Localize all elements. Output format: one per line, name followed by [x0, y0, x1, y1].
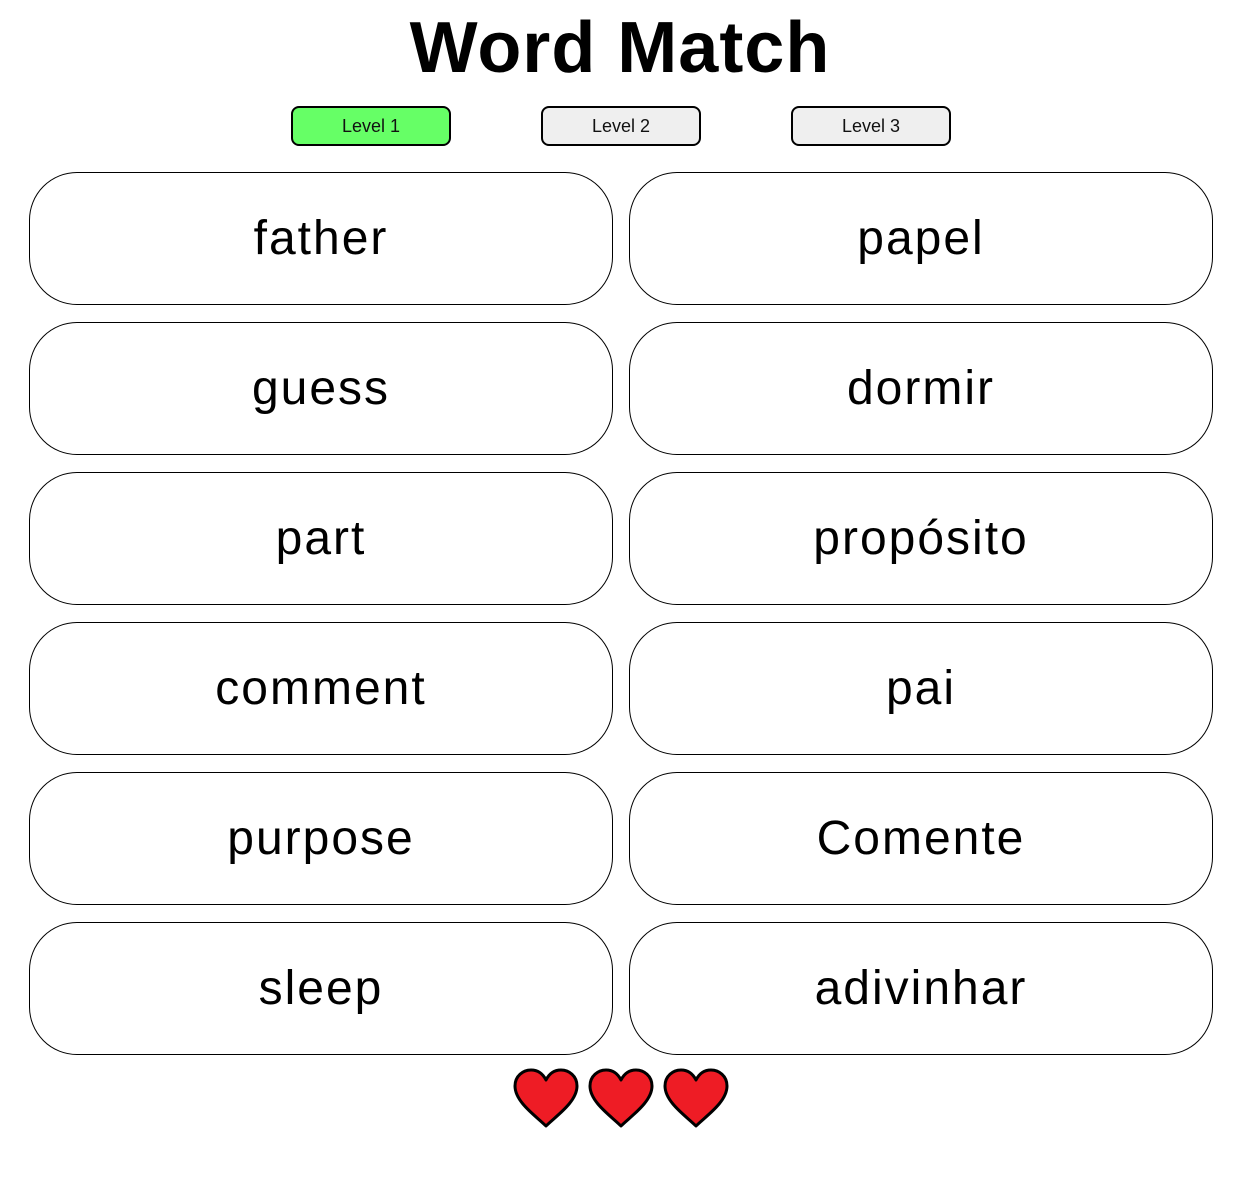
heart-icon	[588, 1068, 654, 1128]
level-selector: Level 1 Level 2 Level 3	[0, 106, 1246, 146]
level-2-button[interactable]: Level 2	[541, 106, 701, 146]
portuguese-word-card[interactable]: Comente	[629, 772, 1213, 905]
english-word-card[interactable]: part	[29, 472, 613, 605]
portuguese-word-card[interactable]: propósito	[629, 472, 1213, 605]
portuguese-word-card[interactable]: adivinhar	[629, 922, 1213, 1055]
heart-icon	[513, 1068, 579, 1128]
english-word-card[interactable]: guess	[29, 322, 613, 455]
english-word-card[interactable]: comment	[29, 622, 613, 755]
english-word-card[interactable]: purpose	[29, 772, 613, 905]
game-title: Word Match	[409, 8, 831, 88]
level-3-button[interactable]: Level 3	[791, 106, 951, 146]
portuguese-word-card[interactable]: papel	[629, 172, 1213, 305]
lives-display	[0, 1068, 1246, 1132]
heart-icon	[663, 1068, 729, 1128]
english-word-card[interactable]: sleep	[29, 922, 613, 1055]
level-1-button[interactable]: Level 1	[291, 106, 451, 146]
portuguese-word-card[interactable]: dormir	[629, 322, 1213, 455]
english-word-card[interactable]: father	[29, 172, 613, 305]
portuguese-word-card[interactable]: pai	[629, 622, 1213, 755]
